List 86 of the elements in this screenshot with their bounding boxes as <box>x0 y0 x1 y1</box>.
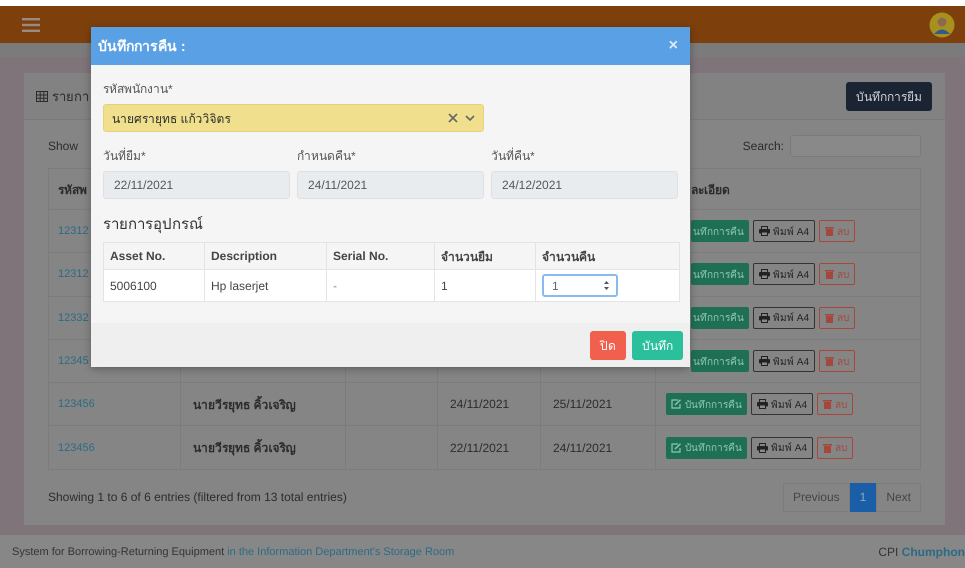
dialog-button[interactable]: ปิด <box>590 330 626 360</box>
field-label: กำหนดคืน* <box>297 148 356 165</box>
page-button[interactable]: Previous <box>782 482 850 512</box>
return-button[interactable]: นทึกการคืน <box>691 306 749 329</box>
field-label: วันที่ยืม* <box>103 146 146 165</box>
column-header: รหัสพ <box>58 182 87 198</box>
quantity-field[interactable]: 1 <box>542 274 618 297</box>
table-icon <box>36 90 48 102</box>
edit-icon <box>671 399 682 410</box>
code-link[interactable]: 12312 <box>58 225 89 238</box>
print-button[interactable]: พิมพ์ A4 <box>753 263 816 286</box>
printer-icon <box>759 356 770 366</box>
modal-title: บันทึกการคืน : <box>98 37 186 56</box>
table-cell: 22/11/2021 <box>450 440 510 455</box>
edit-icon <box>671 442 682 453</box>
trash-icon <box>825 269 834 280</box>
spinner-icon[interactable] <box>603 280 610 291</box>
delete-button[interactable]: ลบ <box>817 436 854 459</box>
trash-icon <box>825 226 834 236</box>
code-link[interactable]: 12312 <box>58 268 89 280</box>
printer-icon <box>759 312 770 323</box>
trash-icon <box>825 312 834 323</box>
code-link[interactable]: 12332 <box>58 312 89 324</box>
date-field[interactable]: 24/12/2021 <box>491 171 678 199</box>
code-link[interactable]: 123456 <box>58 442 95 454</box>
return-button[interactable]: นทึกการคืน <box>691 350 749 372</box>
trash-icon <box>823 442 832 453</box>
printer-icon <box>759 269 770 280</box>
field-label: วันที่คืน* <box>491 146 535 165</box>
avatar-icon[interactable] <box>929 12 955 38</box>
return-button[interactable]: บันทึกการคืน <box>666 436 747 459</box>
borrow-button[interactable]: บันทึกการยืม <box>846 82 932 110</box>
delete-button[interactable]: ลบ <box>819 350 856 372</box>
return-button[interactable]: นทึกการคืน <box>691 263 749 286</box>
chevron-down-icon[interactable] <box>465 114 475 122</box>
table-cell: Hp laserjet <box>211 278 268 292</box>
print-button[interactable]: พิมพ์ A4 <box>751 436 814 459</box>
return-button[interactable]: นทึกการคืน <box>691 220 749 242</box>
page-button[interactable]: 1 <box>850 482 876 512</box>
print-button[interactable]: พิมพ์ A4 <box>753 350 816 372</box>
date-field[interactable]: 24/11/2021 <box>297 171 484 199</box>
field-label: รหัสพนักงาน* <box>103 81 173 98</box>
clear-icon[interactable] <box>448 113 458 123</box>
footer-link[interactable]: in the Information Department's Storage Room <box>227 546 454 558</box>
code-link[interactable]: 123456 <box>58 398 95 410</box>
print-button[interactable]: พิมพ์ A4 <box>751 393 814 416</box>
column-header: จำนวนคืน <box>542 248 595 266</box>
column-header: Serial No. <box>333 249 388 263</box>
delete-button[interactable]: ลบ <box>819 220 856 242</box>
column-header: Description <box>211 249 278 263</box>
close-button[interactable]: × <box>664 37 682 55</box>
show-label: Show <box>48 139 78 153</box>
delete-button[interactable]: ลบ <box>819 306 856 329</box>
search-label: Search: <box>742 139 784 153</box>
column-header: จำนวนยืม <box>441 248 493 266</box>
table-cell: นายวีรยุทธ คิ้วเจริญ <box>193 438 296 458</box>
table-cell: 24/11/2021 <box>553 440 612 455</box>
return-button[interactable]: บันทึกการคืน <box>666 393 747 416</box>
table-cell: 5006100 <box>110 278 157 292</box>
delete-button[interactable]: ลบ <box>817 393 854 416</box>
table-cell: - <box>333 278 337 292</box>
footer-text: System for Borrowing-Returning Equipment in the Information Department's Storage Room <box>12 546 454 558</box>
column-header: ละเอียด <box>690 182 730 198</box>
printer-icon <box>757 399 768 410</box>
card-title: รายกา <box>52 88 89 106</box>
column-header: Asset No. <box>110 249 166 263</box>
printer-icon <box>757 442 768 453</box>
employee-select[interactable]: นายศรายุทธ แก้ววิจิตร <box>103 104 484 132</box>
entries-info: Showing 1 to 6 of 6 entries (filtered from 13 total entries) <box>48 490 347 504</box>
code-link[interactable]: 12345 <box>58 355 89 368</box>
org-label: CPI Chumphon <box>878 544 965 558</box>
table-cell: 25/11/2021 <box>553 397 612 412</box>
date-field[interactable]: 22/11/2021 <box>103 171 290 199</box>
table-cell: 1 <box>441 278 448 292</box>
table-cell: นายวีรยุทธ คิ้วเจริญ <box>193 394 296 414</box>
delete-button[interactable]: ลบ <box>819 263 856 286</box>
menu-icon[interactable] <box>22 18 40 32</box>
print-button[interactable]: พิมพ์ A4 <box>753 306 816 329</box>
printer-icon <box>759 226 770 236</box>
trash-icon <box>825 356 834 366</box>
table-cell: 24/11/2021 <box>450 397 510 412</box>
section-title: รายการอุปกรณ์ <box>103 215 203 236</box>
dialog-button[interactable]: บันทึก <box>632 330 683 360</box>
trash-icon <box>823 399 832 410</box>
print-button[interactable]: พิมพ์ A4 <box>753 220 816 242</box>
page-button[interactable]: Next <box>876 482 921 512</box>
